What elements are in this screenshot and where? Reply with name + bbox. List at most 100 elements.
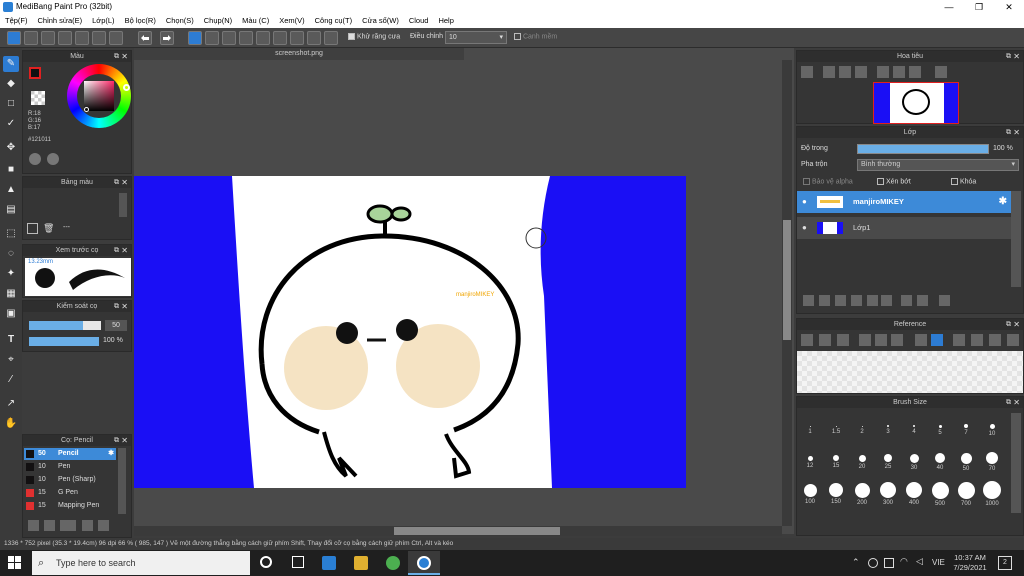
merge-down-icon[interactable] xyxy=(917,295,928,306)
undo-icon[interactable] xyxy=(138,31,152,45)
eye-icon[interactable]: ● xyxy=(802,191,807,213)
close-icon[interactable]: ✕ xyxy=(121,435,128,446)
reset-icon[interactable] xyxy=(893,66,905,78)
protect-alpha-checkbox[interactable]: Bảo vệ alpha xyxy=(803,178,853,185)
clipping-checkbox[interactable]: Xén bớt xyxy=(877,178,911,185)
duplicate-layer-icon[interactable] xyxy=(867,295,878,306)
lock-checkbox[interactable]: Khóa xyxy=(951,178,976,185)
export-icon[interactable] xyxy=(24,31,38,45)
taskbar-search-input[interactable]: ⌕ Type here to search xyxy=(32,551,250,575)
brush-size-option[interactable]: 150 xyxy=(825,477,847,505)
brush-size-option[interactable]: 500 xyxy=(929,477,951,507)
new-8bit-layer-icon[interactable] xyxy=(835,295,846,306)
store-icon[interactable] xyxy=(354,556,368,570)
gear-icon[interactable]: ✱ xyxy=(108,448,114,460)
add-brush-icon[interactable] xyxy=(28,520,39,531)
snap-circle-icon[interactable] xyxy=(273,31,287,45)
horizontal-scrollbar[interactable] xyxy=(134,526,782,536)
close-icon[interactable]: ✕ xyxy=(121,177,128,188)
layer-row[interactable]: ● manjiroMIKEY ✱ xyxy=(797,191,1011,213)
snap-grid-icon[interactable] xyxy=(222,31,236,45)
close-reference-icon[interactable] xyxy=(837,334,849,346)
brush-page-icon[interactable] xyxy=(82,520,93,531)
close-button[interactable]: ✕ xyxy=(994,0,1024,14)
brush-size-option[interactable]: 3 xyxy=(877,413,899,437)
reset-icon[interactable] xyxy=(971,334,983,346)
menu-help[interactable]: Help xyxy=(433,14,458,28)
meet-now-icon[interactable] xyxy=(868,558,878,568)
hand-tool-icon[interactable]: ✋ xyxy=(3,416,19,432)
zoom-in-icon[interactable] xyxy=(859,334,871,346)
brush-size-value[interactable]: 50 xyxy=(105,320,127,331)
select-tool-icon[interactable]: ⬚ xyxy=(3,226,19,242)
brush-size-option[interactable]: 1 xyxy=(799,413,821,437)
page-icon[interactable] xyxy=(75,31,89,45)
popout-icon[interactable]: ⧉ xyxy=(114,301,119,312)
menu-edit[interactable]: Chỉnh sửa(E) xyxy=(33,14,88,28)
rotate-left-icon[interactable] xyxy=(953,334,965,346)
bubble-icon[interactable] xyxy=(58,31,72,45)
color-wheel[interactable] xyxy=(67,64,131,128)
cloud-brush-icon[interactable] xyxy=(44,520,55,531)
brush-item-mapping-pen[interactable]: 15 Mapping Pen xyxy=(24,500,116,512)
zoom-out-icon[interactable] xyxy=(891,334,903,346)
brush-size-option[interactable]: 12 xyxy=(799,445,821,469)
brush-size-option[interactable]: 70 xyxy=(981,445,1003,472)
adjust-select[interactable]: 10 ▾ xyxy=(445,31,507,44)
popout-icon[interactable]: ⧉ xyxy=(1006,51,1011,62)
rotate-right-icon[interactable] xyxy=(909,66,921,78)
brush-item-g-pen[interactable]: 15 G Pen xyxy=(24,487,116,499)
popout-icon[interactable]: ⧉ xyxy=(114,51,119,62)
rotate-right-icon[interactable] xyxy=(989,334,1001,346)
brush-item-pen[interactable]: 10 Pen xyxy=(24,461,116,473)
snap-vanish-icon[interactable] xyxy=(239,31,253,45)
close-icon[interactable]: ✕ xyxy=(1013,127,1020,138)
medibang-taskbar-button[interactable] xyxy=(408,551,440,575)
network-icon[interactable]: ◠ xyxy=(900,556,908,567)
reference-canvas[interactable] xyxy=(797,351,1023,393)
notification-icon[interactable]: 2 xyxy=(998,556,1012,570)
saturation-square[interactable] xyxy=(84,81,114,111)
layer-opacity-slider[interactable] xyxy=(857,144,989,154)
snap-off-icon[interactable] xyxy=(188,31,202,45)
copy-layer-icon[interactable] xyxy=(901,295,912,306)
snap-parallel-icon[interactable] xyxy=(205,31,219,45)
battery-icon[interactable] xyxy=(884,558,894,568)
artwork-canvas[interactable]: manjiroMIKEY xyxy=(134,176,686,488)
magic-wand-tool-icon[interactable]: ✦ xyxy=(3,266,19,282)
brush-size-option[interactable]: 200 xyxy=(851,477,873,506)
close-icon[interactable]: ✕ xyxy=(121,51,128,62)
menu-snap[interactable]: Chụp(N) xyxy=(199,14,237,28)
navigator-thumbnail[interactable] xyxy=(873,82,959,124)
brush-size-option[interactable]: 30 xyxy=(903,445,925,471)
operation-tool-icon[interactable]: ↗ xyxy=(3,396,19,412)
gear-icon[interactable]: ✱ xyxy=(999,191,1007,213)
brush-size-option[interactable]: 40 xyxy=(929,445,951,471)
comment-icon[interactable] xyxy=(41,31,55,45)
cloud-icon[interactable] xyxy=(7,31,21,45)
brush-size-option[interactable]: 5 xyxy=(929,413,951,437)
close-icon[interactable]: ✕ xyxy=(1013,51,1020,62)
zoom-in-icon[interactable] xyxy=(823,66,835,78)
brush-item-pen-sharp[interactable]: 10 Pen (Sharp) xyxy=(24,474,116,486)
rectangle-tool-icon[interactable]: □ xyxy=(3,96,19,112)
brush-size-scrollbar[interactable] xyxy=(1011,413,1021,513)
vertical-scrollbar-thumb[interactable] xyxy=(783,220,791,340)
brush-list-scrollbar[interactable] xyxy=(118,448,126,514)
antialias-checkbox[interactable]: Khử răng cưa xyxy=(348,33,400,40)
new-halftone-layer-icon[interactable] xyxy=(819,295,830,306)
select-eraser-tool-icon[interactable]: ▣ xyxy=(3,306,19,322)
popout-icon[interactable]: ⧉ xyxy=(114,245,119,256)
snap-settings-icon[interactable] xyxy=(324,31,338,45)
new-layer-icon[interactable] xyxy=(803,295,814,306)
eyedropper-tool-icon[interactable]: ⁄ xyxy=(3,372,19,388)
flip-icon[interactable] xyxy=(1007,334,1019,346)
task-view-icon[interactable] xyxy=(292,556,304,568)
snap-curve-icon[interactable] xyxy=(290,31,304,45)
brush-size-option[interactable]: 100 xyxy=(799,477,821,505)
flip-icon[interactable] xyxy=(935,66,947,78)
gradient-tool-icon[interactable]: ▤ xyxy=(3,202,19,218)
snap-radial-icon[interactable] xyxy=(256,31,270,45)
cortana-icon[interactable] xyxy=(260,556,272,568)
eyedropper-icon[interactable] xyxy=(915,334,927,346)
